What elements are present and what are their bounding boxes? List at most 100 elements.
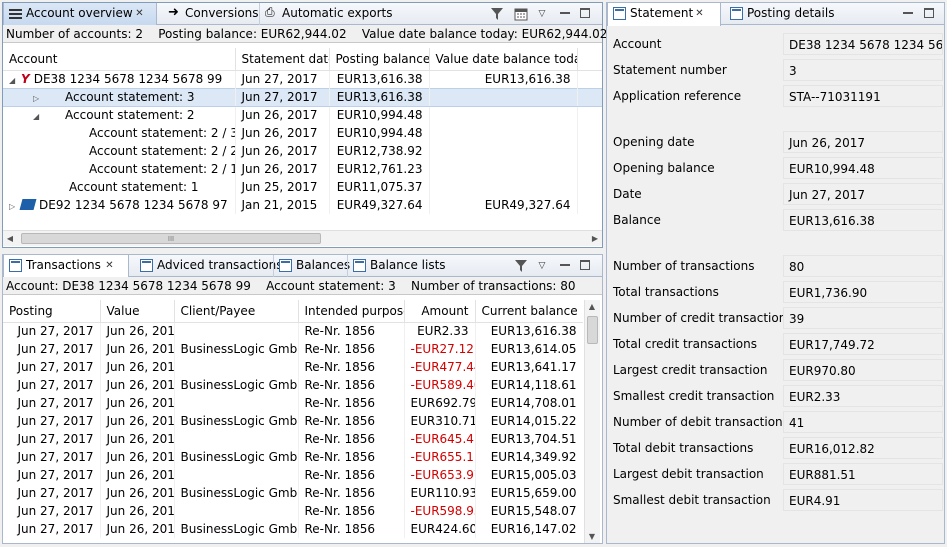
view-menu-icon[interactable]: ▽ [534, 259, 550, 273]
col-posting[interactable]: Posting [3, 300, 101, 323]
tree-row-statement[interactable]: ▷ Account statement: 3 Jun 27, 2017 EUR13… [3, 87, 602, 107]
overview-horizontal-scrollbar[interactable]: ◀ III ▶ [3, 230, 602, 246]
field-value[interactable]: EUR1,736.90 [783, 281, 943, 303]
close-icon[interactable]: ✕ [694, 8, 705, 19]
minimize-icon[interactable] [560, 260, 570, 266]
col-statement-date[interactable]: Statement date [235, 48, 330, 71]
field-value[interactable]: 3 [783, 59, 943, 81]
posting-balance: EUR11,075.37 [329, 178, 430, 196]
transactions-table: Posting Value Client/Payee Intended purp… [3, 300, 583, 543]
table-row[interactable]: Jun 27, 2017Jun 26, 2017BusinessLogic Gm… [3, 520, 583, 538]
field-value[interactable]: STA--71031191 [783, 85, 943, 107]
table-row[interactable]: Jun 27, 2017Jun 26, 2017BusinessLogic Gm… [3, 412, 583, 430]
transactions-tabbar: Transactions ✕ Adviced transactions Bala… [3, 255, 602, 278]
filter-icon[interactable] [513, 259, 529, 273]
tab-balance-lists[interactable]: Balance lists [347, 255, 446, 277]
current-balance: EUR13,641.17 [475, 358, 583, 376]
col-amount[interactable]: Amount [404, 300, 476, 323]
tab-balances[interactable]: Balances [273, 255, 350, 277]
current-balance: EUR16,147.02 [475, 520, 583, 538]
maximize-icon[interactable] [580, 260, 590, 270]
tree-row-substatement[interactable]: Account statement: 2 / 2 Jun 26, 2017 EU… [3, 142, 602, 160]
table-row[interactable]: Jun 27, 2017Jun 26, 2017 Re-Nr. 1856-EUR6… [3, 430, 583, 448]
tree-row-account[interactable]: ▷ DE92 1234 5678 1234 5678 97 Jan 21, 201… [3, 196, 602, 214]
col-client-payee[interactable]: Client/Payee [174, 300, 299, 323]
field-label: Largest debit transaction [613, 467, 764, 481]
field-value[interactable]: 39 [783, 307, 943, 329]
tree-row-substatement[interactable]: Account statement: 2 / 1 Jun 26, 2017 EU… [3, 160, 602, 178]
close-icon[interactable]: ✕ [134, 8, 145, 19]
tree-row-statement[interactable]: Account statement: 1 Jun 25, 2017 EUR11,… [3, 178, 602, 196]
table-row[interactable]: Jun 27, 2017Jun 26, 2017 Re-Nr. 1856EUR69… [3, 394, 583, 412]
posting-balance-total: Posting balance: EUR62,944.02 [158, 27, 347, 41]
field-value[interactable]: DE38 1234 5678 1234 5678 99 [783, 33, 943, 55]
minimize-icon[interactable] [560, 8, 570, 14]
posting-date: Jun 27, 2017 [3, 394, 101, 412]
maximize-icon[interactable] [924, 8, 934, 18]
field-value[interactable]: EUR2.33 [783, 385, 943, 407]
table-row[interactable]: Jun 27, 2017Jun 26, 2017 Re-Nr. 1856EUR2.… [3, 322, 583, 340]
field-value[interactable]: EUR4.91 [783, 489, 943, 511]
field-value[interactable]: EUR10,994.48 [783, 157, 943, 179]
close-icon[interactable]: ✕ [104, 260, 115, 271]
filter-icon[interactable] [489, 7, 505, 21]
scroll-thumb[interactable]: III [21, 233, 321, 244]
field-value[interactable]: EUR881.51 [783, 463, 943, 485]
table-row[interactable]: Jun 27, 2017Jun 26, 2017 Re-Nr. 1856-EUR4… [3, 358, 583, 376]
field-value[interactable]: 41 [783, 411, 943, 433]
view-menu-icon[interactable]: ▽ [534, 7, 550, 21]
field-value[interactable]: EUR13,616.38 [783, 209, 943, 231]
field-value[interactable]: EUR970.80 [783, 359, 943, 381]
tab-conversions[interactable]: ➜ Conversions [163, 3, 259, 25]
scroll-down-icon[interactable]: ▼ [585, 532, 599, 541]
client-payee: BusinessLogic GmbH [174, 412, 299, 430]
field-value[interactable]: Jun 26, 2017 [783, 131, 943, 153]
scroll-right-icon[interactable]: ▶ [588, 234, 602, 243]
minimize-icon[interactable] [903, 8, 913, 14]
collapsed-arrow-icon[interactable]: ▷ [33, 94, 45, 103]
col-intended-purpose[interactable]: Intended purpose [298, 300, 405, 323]
field-value[interactable]: EUR17,749.72 [783, 333, 943, 355]
table-row[interactable]: Jun 27, 2017Jun 26, 2017BusinessLogic Gm… [3, 448, 583, 466]
table-row[interactable]: Jun 27, 2017Jun 26, 2017 Re-Nr. 1856-EUR6… [3, 466, 583, 484]
tab-automatic-exports[interactable]: ⎙ Automatic exports [259, 3, 392, 25]
table-row[interactable]: Jun 27, 2017Jun 26, 2017BusinessLogic Gm… [3, 376, 583, 394]
amount: EUR424.60 [404, 520, 476, 538]
document-icon [9, 259, 22, 272]
client-payee [174, 502, 299, 520]
table-row[interactable]: Jun 27, 2017Jun 26, 2017BusinessLogic Gm… [3, 340, 583, 358]
col-current-balance[interactable]: Current balance [475, 300, 583, 323]
tree-row-account[interactable]: ◢ Y DE38 1234 5678 1234 5678 99 Jun 27, 20… [3, 70, 602, 88]
tab-adviced-transactions[interactable]: Adviced transactions [135, 255, 283, 277]
tab-posting-details[interactable]: Posting details [725, 3, 834, 25]
table-row[interactable]: Jun 27, 2017Jun 26, 2017BusinessLogic Gm… [3, 484, 583, 502]
client-payee: BusinessLogic GmbH [174, 520, 299, 538]
tree-row-substatement[interactable]: Account statement: 2 / 3 Jun 26, 2017 EU… [3, 124, 602, 142]
transactions-vertical-scrollbar[interactable]: ▲ ▼ [584, 300, 600, 543]
expanded-arrow-icon[interactable]: ◢ [9, 76, 21, 85]
value-date: Jun 26, 2017 [100, 340, 175, 358]
scroll-thumb[interactable] [587, 316, 598, 344]
tree-row-statement[interactable]: ◢ Account statement: 2 Jun 26, 2017 EUR10… [3, 106, 602, 124]
client-payee: BusinessLogic GmbH [174, 448, 299, 466]
field-value[interactable]: Jun 27, 2017 [783, 183, 943, 205]
scroll-up-icon[interactable]: ▲ [585, 302, 599, 311]
maximize-icon[interactable] [580, 8, 590, 18]
tab-label: Balance lists [370, 258, 446, 272]
expanded-arrow-icon[interactable]: ◢ [33, 112, 45, 121]
scroll-left-icon[interactable]: ◀ [3, 234, 17, 243]
statement-field-row: Number of debit transactions 41 [613, 411, 943, 433]
transactions-summary-bar: Account: DE38 1234 5678 1234 5678 99 Acc… [3, 277, 602, 295]
field-value[interactable]: 80 [783, 255, 943, 277]
col-value[interactable]: Value [100, 300, 175, 323]
tab-account-overview[interactable]: Account overview ✕ [3, 3, 157, 26]
field-label: Application reference [613, 89, 742, 103]
col-value-date-balance[interactable]: Value date balance today [429, 48, 578, 71]
col-posting-balance[interactable]: Posting balance [329, 48, 430, 71]
table-row[interactable]: Jun 27, 2017Jun 26, 2017 Re-Nr. 1856-EUR5… [3, 502, 583, 520]
calendar-icon[interactable] [513, 7, 529, 21]
col-account[interactable]: Account [3, 48, 236, 71]
tab-transactions[interactable]: Transactions ✕ [3, 255, 129, 278]
field-value[interactable]: EUR16,012.82 [783, 437, 943, 459]
tab-statement[interactable]: Statement ✕ [607, 3, 721, 26]
